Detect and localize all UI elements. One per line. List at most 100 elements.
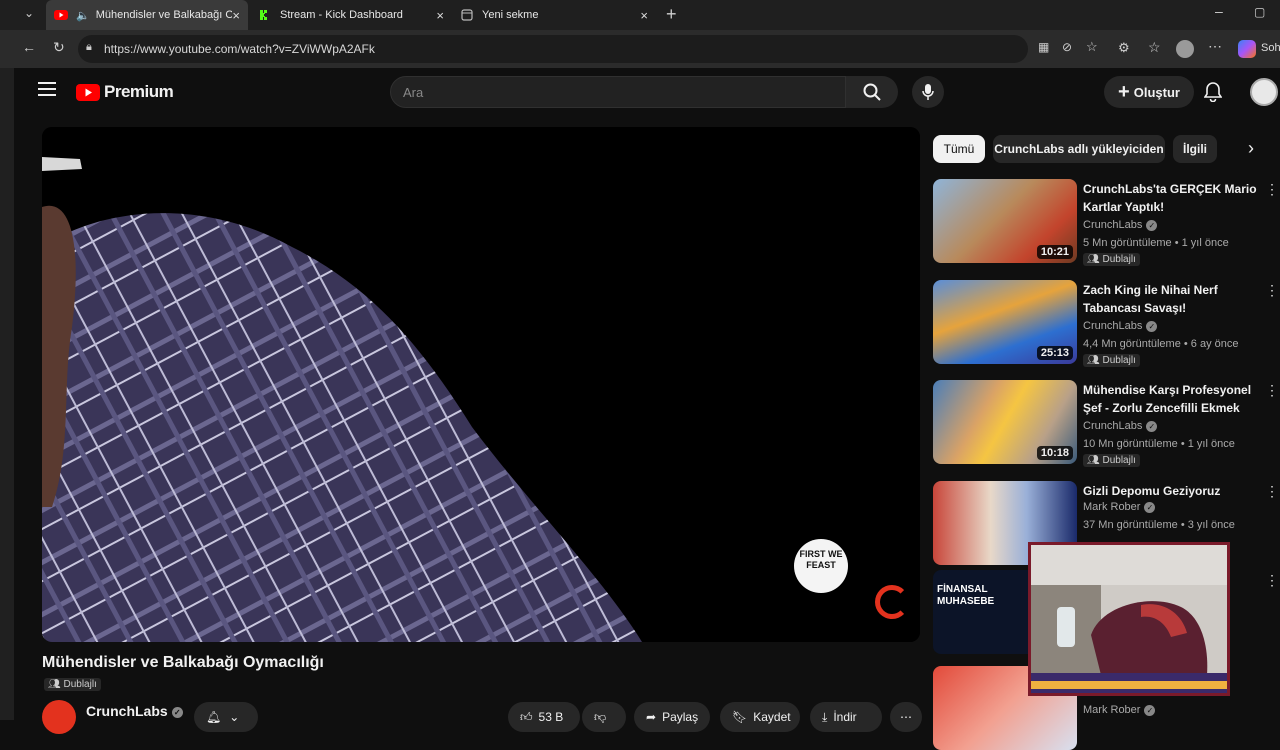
more-actions-icon[interactable]: ⋮ [1265, 572, 1279, 589]
search-placeholder: Ara [403, 85, 424, 100]
watermark-logo-icon [875, 585, 909, 619]
youtube-logo[interactable]: Premium [76, 82, 174, 102]
channel-name: Mark Rober ✓ [1083, 501, 1156, 513]
like-button[interactable]: 👍︎ 53 B [508, 702, 580, 732]
webcam-overlay [1028, 542, 1230, 696]
video-title-main: Mühendisler ve Balkabağı Oymacılığı [42, 654, 324, 671]
extensions-icon[interactable]: ⚙ [1118, 40, 1130, 56]
video-title: CrunchLabs'ta GERÇEK Mario Kartlar Yaptı… [1083, 182, 1257, 214]
chip-all[interactable]: Tümü [933, 135, 985, 163]
download-icon: ⤓ [822, 709, 828, 724]
more-horizontal-icon: ⋯ [900, 710, 912, 724]
duration-badge: 25:13 [1036, 346, 1073, 360]
share-icon: ➦ [646, 710, 657, 724]
lock-icon: 🔒︎ [86, 41, 92, 53]
profile-avatar[interactable] [1176, 40, 1194, 58]
browser-tab-bar: ⌄ 🔈 Mühendisler ve Balkabağı Oymacılığı … [0, 0, 1280, 30]
close-tab-icon[interactable]: × [232, 8, 240, 23]
more-actions-icon[interactable]: ⋮ [1265, 282, 1279, 299]
video-title: Mühendise Karşı Profesyonel Şef - Zorlu … [1083, 383, 1252, 415]
thumbs-up-icon: 👍︎ [520, 709, 533, 724]
app-grid-icon[interactable]: ▦ [1038, 40, 1049, 54]
new-tab-icon[interactable]: + [666, 4, 677, 25]
subscribe-bell-button[interactable]: 🔔︎ ⌄ [194, 702, 258, 732]
channel-name: CrunchLabs ✓ [1083, 420, 1158, 432]
channel-avatar[interactable] [42, 700, 76, 734]
tracking-off-icon[interactable]: ⊘ [1062, 40, 1072, 54]
chip-related[interactable]: İlgili [1173, 135, 1217, 163]
verified-check-icon: ✓ [1146, 420, 1158, 432]
chips-next-chevron-icon[interactable]: › [1248, 138, 1254, 159]
speaker-icon[interactable]: 🔈 [76, 9, 90, 22]
video-meta: 4,4 Mn görüntüleme • 6 ay önce [1083, 338, 1239, 350]
channel-name[interactable]: CrunchLabs ✓ [86, 703, 183, 719]
favorite-star-icon[interactable]: ☆ [1086, 39, 1098, 55]
maximize-icon[interactable]: ▢ [1254, 5, 1265, 19]
notifications-bell-icon[interactable] [1203, 82, 1223, 107]
more-actions-icon[interactable]: ⋮ [1265, 382, 1279, 399]
more-actions-button[interactable]: ⋯ [890, 702, 922, 732]
tab-title: Yeni sekme [482, 9, 539, 21]
video-meta: 5 Mn görüntüleme • 1 yıl önce [1083, 237, 1229, 249]
verified-check-icon: ✓ [171, 706, 183, 718]
tab-title: Stream - Kick Dashboard [280, 9, 403, 21]
tab-new[interactable]: Yeni sekme × [456, 0, 656, 30]
voice-search-button[interactable] [912, 76, 944, 108]
recommended-video[interactable]: 10:18 Mühendise Karşı Profesyonel Şef - … [933, 380, 1279, 468]
dislike-button[interactable]: 👎︎ [582, 702, 626, 732]
thumbnail-text: FİNANSAL MUHASEBE [937, 584, 995, 607]
channel-name: CrunchLabs ✓ [1083, 320, 1158, 332]
tab-youtube[interactable]: 🔈 Mühendisler ve Balkabağı Oymacılığı × [46, 0, 248, 30]
channel-name: Mark Rober ✓ [1083, 704, 1156, 716]
channel-name: CrunchLabs ✓ [1083, 219, 1158, 231]
video-player[interactable]: FIRST WE FEAST [42, 127, 920, 642]
url-text: https://www.youtube.com/watch?v=ZViWWpA2… [104, 42, 375, 56]
search-button[interactable] [846, 76, 898, 108]
microphone-icon [922, 84, 934, 100]
bell-icon: 🔔︎ [206, 710, 222, 724]
close-tab-icon[interactable]: × [640, 8, 648, 23]
sidebar-label[interactable]: Soh [1261, 42, 1280, 54]
url-field[interactable]: 🔒︎ https://www.youtube.com/watch?v=ZViWW… [78, 35, 1098, 63]
left-sidebar-strip [0, 68, 14, 720]
favorites-icon[interactable]: ☆ [1148, 39, 1161, 56]
video-thumbnail: 10:18 [933, 380, 1077, 464]
more-actions-icon[interactable]: ⋮ [1265, 181, 1279, 198]
video-meta: 37 Mn görüntüleme • 3 yıl önce [1083, 519, 1235, 531]
verified-check-icon: ✓ [1146, 219, 1158, 231]
dubbed-badge: 👥︎ Dublajlı [1083, 354, 1140, 367]
more-menu-icon[interactable]: ⋯ [1208, 38, 1222, 55]
account-avatar[interactable] [1250, 78, 1278, 106]
dubbed-badge: 👥︎ Dublajlı [1083, 253, 1140, 266]
create-button[interactable]: + Oluştur [1104, 76, 1194, 108]
close-tab-icon[interactable]: × [436, 8, 444, 23]
recommended-video[interactable]: 25:13 Zach King ile Nihai Nerf Tabancası… [933, 280, 1279, 368]
video-thumbnail: 25:13 [933, 280, 1077, 364]
reload-icon[interactable]: ↻ [53, 39, 65, 56]
chip-from-uploader[interactable]: CrunchLabs adlı yükleyiciden [993, 135, 1165, 163]
video-title: Gizli Depomu Geziyoruz [1083, 484, 1221, 498]
video-thumbnail: 10:21 [933, 179, 1077, 263]
tab-list-chevron-icon[interactable]: ⌄ [24, 6, 34, 20]
webcam-feed [1031, 545, 1227, 693]
copilot-icon[interactable] [1238, 40, 1256, 58]
video-title: Zach King ile Nihai Nerf Tabancası Savaş… [1083, 283, 1218, 315]
menu-icon[interactable] [38, 82, 56, 101]
download-button[interactable]: ⤓ İndir [810, 702, 882, 732]
search-input[interactable]: Ara [390, 76, 846, 108]
tab-kick[interactable]: Stream - Kick Dashboard × [252, 0, 452, 30]
youtube-logo-icon [76, 83, 100, 101]
save-button[interactable]: 🔖︎ Kaydet [720, 702, 800, 732]
create-label: Oluştur [1133, 84, 1180, 100]
more-actions-icon[interactable]: ⋮ [1265, 483, 1279, 500]
verified-check-icon: ✓ [1144, 501, 1156, 513]
duration-badge: 10:21 [1036, 245, 1073, 259]
video-meta: 10 Mn görüntüleme • 1 yıl önce [1083, 438, 1235, 450]
video-frame [42, 127, 920, 642]
minimize-icon[interactable]: – [1215, 3, 1223, 19]
dubbed-badge: 👥︎ Dublajlı [1083, 454, 1140, 467]
recommended-video[interactable]: 10:21 CrunchLabs'ta GERÇEK Mario Kartlar… [933, 179, 1279, 267]
share-button[interactable]: ➦ Paylaş [634, 702, 710, 732]
back-icon[interactable]: ← [22, 39, 36, 55]
tab-title: Mühendisler ve Balkabağı Oymacılığı [95, 9, 232, 21]
